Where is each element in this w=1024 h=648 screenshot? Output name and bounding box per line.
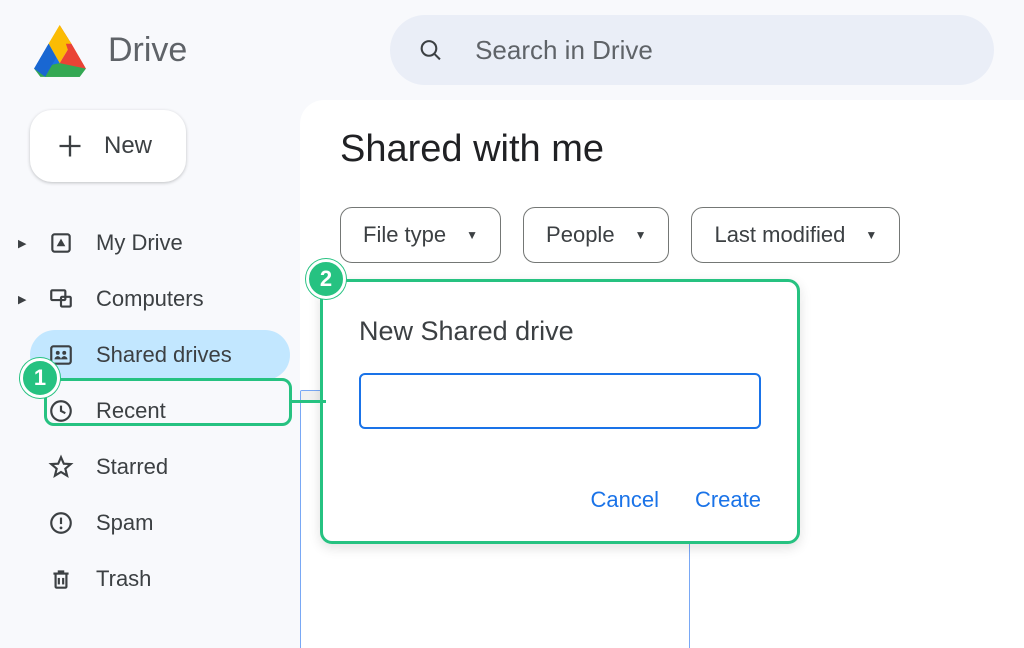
drive-logo-icon <box>30 23 90 77</box>
search-bar[interactable] <box>390 15 994 85</box>
plus-icon <box>56 132 84 160</box>
dialog-title-rest: Shared drive <box>421 316 574 346</box>
spam-icon <box>48 510 74 536</box>
filter-chips: File type ▼ People ▼ Last modified ▼ <box>340 207 1024 263</box>
chevron-down-icon: ▼ <box>635 228 647 242</box>
page-title: Shared with me <box>340 128 1024 171</box>
sidebar-item-my-drive[interactable]: ▶ My Drive <box>30 218 290 268</box>
sidebar-item-label: Spam <box>96 510 153 536</box>
dialog-actions: Cancel Create <box>359 487 761 513</box>
computers-icon <box>48 286 74 312</box>
new-button[interactable]: New <box>30 110 186 182</box>
sidebar-item-spam[interactable]: Spam <box>30 498 290 548</box>
chip-label: Last modified <box>714 222 845 248</box>
sidebar-item-shared-drives[interactable]: Shared drives <box>30 330 290 380</box>
trash-icon <box>48 566 74 592</box>
my-drive-icon <box>48 230 74 256</box>
dialog-title-strong: New <box>359 316 413 346</box>
sidebar-item-label: Starred <box>96 454 168 480</box>
sidebar-item-label: Recent <box>96 398 166 424</box>
brand: Drive <box>30 23 370 77</box>
cancel-button[interactable]: Cancel <box>590 487 658 513</box>
sidebar-item-label: My Drive <box>96 230 183 256</box>
chevron-down-icon: ▼ <box>865 228 877 242</box>
expand-icon[interactable]: ▶ <box>18 237 26 250</box>
new-shared-drive-dialog: New Shared drive Cancel Create <box>320 279 800 544</box>
annotation-bubble-1: 1 <box>20 358 60 398</box>
chip-file-type[interactable]: File type ▼ <box>340 207 501 263</box>
dialog-title: New Shared drive <box>359 316 761 347</box>
star-icon <box>48 454 74 480</box>
chip-label: File type <box>363 222 446 248</box>
chip-people[interactable]: People ▼ <box>523 207 669 263</box>
sidebar-item-computers[interactable]: ▶ Computers <box>30 274 290 324</box>
new-button-label: New <box>104 132 152 160</box>
header: Drive <box>0 0 1024 100</box>
shared-drive-name-input[interactable] <box>359 373 761 429</box>
annotation-connector <box>290 400 326 403</box>
sidebar-item-recent[interactable]: Recent <box>30 386 290 436</box>
annotation-bubble-2: 2 <box>306 259 346 299</box>
search-input[interactable] <box>475 35 966 66</box>
brand-name: Drive <box>108 31 187 70</box>
clock-icon <box>48 398 74 424</box>
sidebar-item-label: Trash <box>96 566 151 592</box>
search-icon <box>418 36 443 64</box>
sidebar-item-trash[interactable]: Trash <box>30 554 290 604</box>
chevron-down-icon: ▼ <box>466 228 478 242</box>
chip-label: People <box>546 222 615 248</box>
sidebar-item-label: Computers <box>96 286 204 312</box>
create-button[interactable]: Create <box>695 487 761 513</box>
expand-icon[interactable]: ▶ <box>18 293 26 306</box>
sidebar-item-label: Shared drives <box>96 342 232 368</box>
chip-last-modified[interactable]: Last modified ▼ <box>691 207 900 263</box>
sidebar-item-starred[interactable]: Starred <box>30 442 290 492</box>
